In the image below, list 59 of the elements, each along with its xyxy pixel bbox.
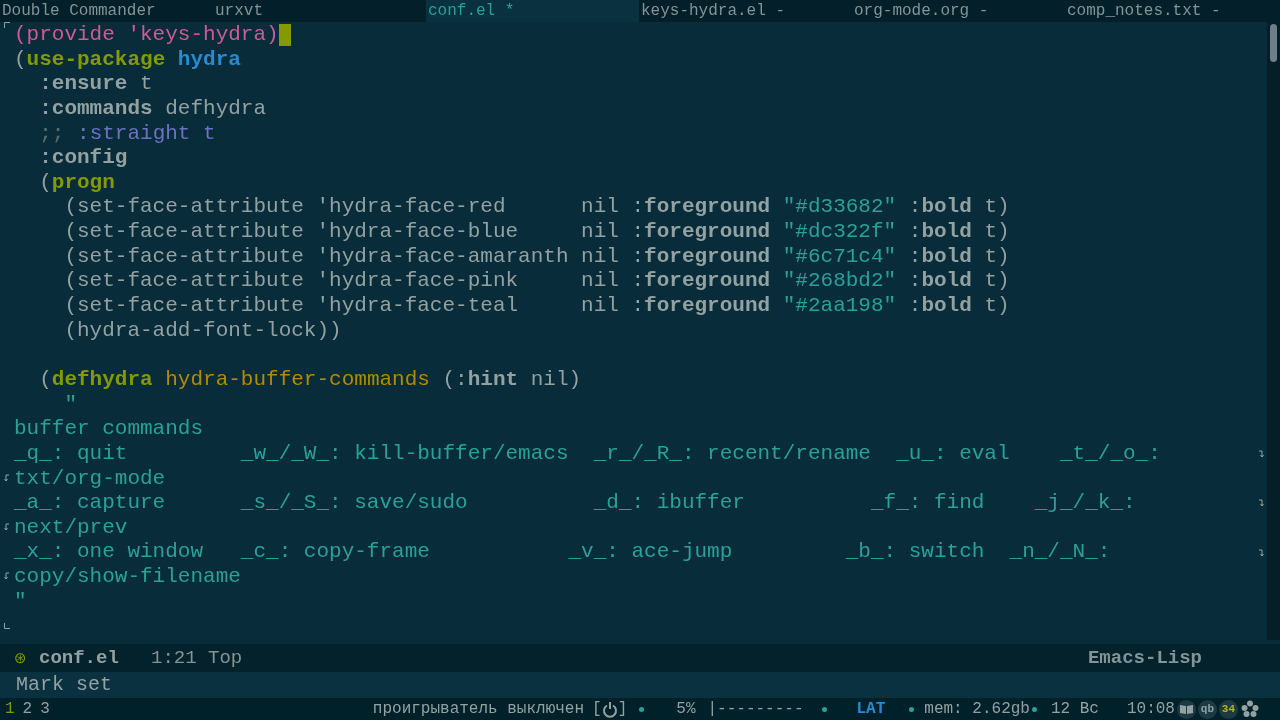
separator-dot [821, 706, 827, 712]
separator-dot [639, 706, 645, 712]
code-line: (provide 'keys-hydra) [14, 23, 279, 48]
buffer-start-icon [4, 22, 10, 28]
code-line: :commands defhydra [38, 96, 267, 122]
code-line: buffer commands [14, 417, 204, 442]
volume-level: 5% [676, 699, 696, 720]
tab[interactable]: Double Commander [0, 0, 213, 22]
buffer-name: conf.el [39, 645, 120, 671]
code-line: :config [38, 146, 128, 171]
clock: 10:08 [1126, 699, 1175, 720]
keyboard-layout: LAT [856, 699, 886, 720]
code-line: _x_: one window _c_: copy-frame _v_: ace-jump _b_: switch _n_/_N_: [14, 540, 1111, 566]
code-line: _a_: capture _s_/_S_: save/sudo _d_: ibuffer _f_: find _j_/_k_: [14, 491, 1136, 516]
flower-icon [1240, 700, 1259, 718]
tab[interactable]: conf.el * [426, 0, 639, 22]
code-line: (defhydra hydra-buffer-commands (:hint nil) [38, 367, 582, 393]
workspace-tab[interactable]: 2 [17, 697, 36, 720]
scrollbar-thumb[interactable] [1270, 24, 1277, 62]
workspace-tab[interactable]: 1 [0, 697, 18, 720]
echo-message: Mark set [0, 672, 1280, 698]
code-line: next/prev [14, 515, 128, 541]
code-line: copy/show-filename [14, 565, 241, 590]
bracket: [ [592, 699, 602, 720]
code-line: (set-face-attribute 'hydra-face-blue nil :foreground "#dc322f" :bold t) [63, 220, 1010, 245]
code-line: (set-face-attribute 'hydra-face-teal nil :foreground "#2aa198" :bold t) [63, 294, 1010, 319]
code-line: (use-package hydra [14, 47, 241, 73]
code-line: (set-face-attribute 'hydra-face-pink nil :foreground "#268bd2" :bold t) [63, 269, 1010, 295]
book-icon[interactable] [1176, 699, 1196, 719]
code-line: :ensure t [38, 72, 153, 97]
major-mode: Emacs-Lisp [1087, 645, 1202, 671]
power-icon [601, 700, 618, 718]
tab[interactable]: urxvt [213, 0, 426, 22]
tab[interactable]: keys-hydra.el - [639, 0, 852, 22]
code-line: (hydra-add-font-lock)) [63, 318, 342, 344]
code-line: (set-face-attribute 'hydra-face-red nil :foreground "#d33682" :bold t) [63, 195, 1010, 221]
modified-indicator: ⊛ [14, 647, 28, 669]
code-line: (progn [38, 170, 115, 196]
cursor-position: 1:21 Top [151, 645, 243, 671]
volume-meter-text: |--------- [707, 699, 804, 720]
code-line: (set-face-attribute 'hydra-face-amaranth nil :foreground "#6c71c4" :bold t) [63, 244, 1010, 270]
code-line: _q_: quit _w_/_W_: kill-buffer/emacs _r_/_R_: recent/rename _u_: eval _t_/_o_: [14, 441, 1161, 467]
player-status: проигрыватель выключен [372, 699, 585, 720]
code-line: " [63, 392, 77, 418]
memory-usage: mem: 2.62gb [924, 699, 1030, 720]
tab[interactable]: comp_notes.txt - [1065, 0, 1278, 22]
code-line: " [14, 589, 27, 615]
tray-app-icon[interactable]: qb [1197, 699, 1217, 719]
code-line: txt/org-mode [14, 466, 166, 492]
code-line: ;; :straight t [38, 121, 216, 147]
buffer-end-icon [4, 622, 10, 629]
scrollbar[interactable] [1267, 22, 1280, 640]
bracket: ] [617, 699, 628, 720]
separator-dot [1031, 706, 1037, 712]
separator-dot [909, 706, 915, 712]
tab[interactable]: org-mode.org - [852, 0, 1065, 22]
date: 12 Вс [1050, 699, 1099, 720]
tray-counter[interactable]: 34 [1218, 699, 1238, 719]
workspace-tab[interactable]: 3 [35, 697, 53, 720]
